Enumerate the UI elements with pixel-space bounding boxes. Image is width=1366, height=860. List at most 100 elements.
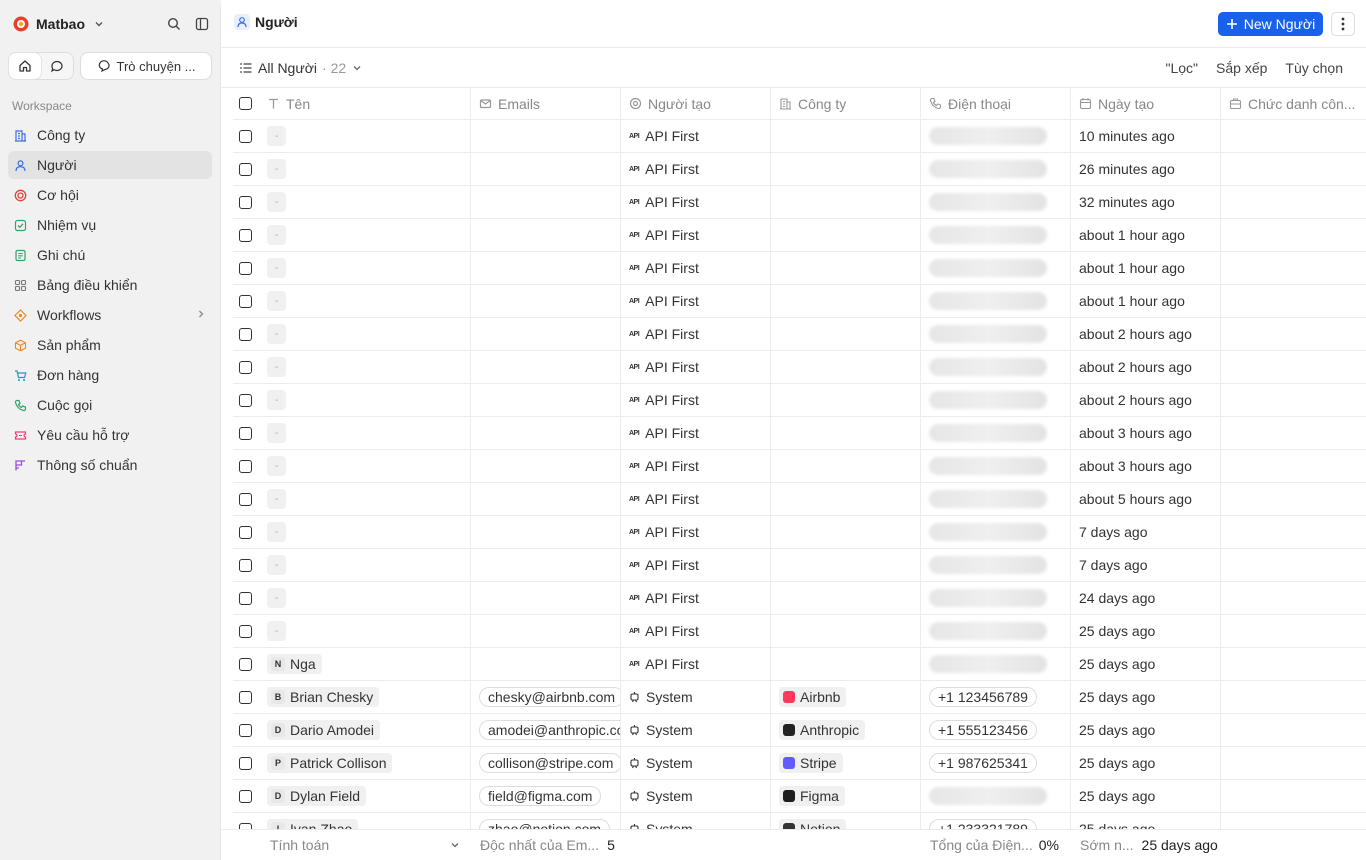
phone-cell[interactable]	[921, 483, 1071, 515]
sidebar-item-note[interactable]: Ghi chú	[8, 241, 212, 269]
email-chip[interactable]: field@figma.com	[479, 786, 602, 806]
email-cell[interactable]: chesky@airbnb.com	[471, 681, 621, 713]
company-cell[interactable]	[771, 483, 921, 515]
company-cell[interactable]: Airbnb	[771, 681, 921, 713]
home-icon[interactable]	[9, 53, 41, 79]
email-chip[interactable]: collison@stripe.com	[479, 753, 620, 773]
name-cell[interactable]: -	[259, 549, 471, 581]
person-chip[interactable]: N Nga	[267, 654, 322, 674]
phone-cell[interactable]	[921, 351, 1071, 383]
email-chip[interactable]: zhao@notion.com	[479, 819, 611, 829]
column-header-name[interactable]: Tên	[259, 88, 471, 119]
created-cell[interactable]: about 1 hour ago	[1071, 285, 1221, 317]
company-cell[interactable]	[771, 153, 921, 185]
table-row[interactable]: - API API First 7 days ago	[233, 549, 1366, 582]
phone-cell[interactable]	[921, 252, 1071, 284]
row-checkbox[interactable]	[239, 426, 252, 440]
email-cell[interactable]	[471, 516, 621, 548]
sidebar-item-user[interactable]: Người	[8, 151, 212, 179]
creator-cell[interactable]: System	[621, 681, 771, 713]
email-cell[interactable]	[471, 318, 621, 350]
table-row[interactable]: D Dylan Field field@figma.com System Figm…	[233, 780, 1366, 813]
footer-sum-phone[interactable]: Tổng của Điện... 0%	[921, 830, 1071, 860]
person-chip-empty[interactable]: -	[267, 555, 287, 575]
phone-cell[interactable]: +1 987625341	[921, 747, 1071, 779]
job-title-cell[interactable]	[1221, 417, 1366, 449]
company-chip[interactable]: Notion	[779, 819, 847, 829]
email-cell[interactable]	[471, 219, 621, 251]
creator-cell[interactable]: API API First	[621, 351, 771, 383]
person-chip-empty[interactable]: -	[267, 522, 287, 542]
footer-earliest-created[interactable]: Sớm n... 25 days ago	[1071, 830, 1221, 860]
table-row[interactable]: B Brian Chesky chesky@airbnb.com System A…	[233, 681, 1366, 714]
person-chip-empty[interactable]: -	[267, 126, 287, 146]
table-row[interactable]: I Ivan Zhao zhao@notion.com System Notion…	[233, 813, 1366, 829]
email-cell[interactable]	[471, 153, 621, 185]
select-all-checkbox[interactable]	[239, 97, 252, 110]
company-chip[interactable]: Figma	[779, 786, 845, 806]
sidebar-item-building[interactable]: Công ty	[8, 121, 212, 149]
name-cell[interactable]: -	[259, 186, 471, 218]
job-title-cell[interactable]	[1221, 681, 1366, 713]
creator-cell[interactable]: API API First	[621, 549, 771, 581]
sidebar-item-dashboard[interactable]: Bảng điều khiển	[8, 271, 212, 299]
created-cell[interactable]: 10 minutes ago	[1071, 120, 1221, 152]
company-cell[interactable]: Anthropic	[771, 714, 921, 746]
email-cell[interactable]: collison@stripe.com	[471, 747, 621, 779]
email-chip[interactable]: amodei@anthropic.com	[479, 720, 620, 740]
job-title-cell[interactable]	[1221, 450, 1366, 482]
email-cell[interactable]	[471, 549, 621, 581]
sidebar-item-ticket[interactable]: Yêu cầu hỗ trợ	[8, 421, 212, 449]
row-checkbox[interactable]	[239, 162, 252, 176]
row-checkbox[interactable]	[239, 525, 252, 539]
person-chip[interactable]: B Brian Chesky	[267, 687, 380, 707]
phone-cell[interactable]	[921, 120, 1071, 152]
job-title-cell[interactable]	[1221, 285, 1366, 317]
created-cell[interactable]: about 5 hours ago	[1071, 483, 1221, 515]
table-row[interactable]: - API API First about 3 hours ago	[233, 417, 1366, 450]
person-chip-empty[interactable]: -	[267, 291, 287, 311]
name-cell[interactable]: -	[259, 450, 471, 482]
company-cell[interactable]: Figma	[771, 780, 921, 812]
email-cell[interactable]: field@figma.com	[471, 780, 621, 812]
email-cell[interactable]	[471, 285, 621, 317]
company-cell[interactable]	[771, 450, 921, 482]
row-checkbox[interactable]	[239, 789, 252, 803]
email-cell[interactable]	[471, 648, 621, 680]
created-cell[interactable]: 25 days ago	[1071, 681, 1221, 713]
person-chip-empty[interactable]: -	[267, 423, 287, 443]
row-checkbox[interactable]	[239, 261, 252, 275]
new-person-button[interactable]: New Người	[1218, 12, 1323, 36]
company-chip[interactable]: Anthropic	[779, 720, 866, 740]
person-chip-empty[interactable]: -	[267, 357, 287, 377]
table-row[interactable]: - API API First 32 minutes ago	[233, 186, 1366, 219]
person-chip[interactable]: D Dario Amodei	[267, 720, 381, 740]
phone-cell[interactable]: +1 233321789	[921, 813, 1071, 829]
message-icon[interactable]	[41, 53, 73, 79]
job-title-cell[interactable]	[1221, 582, 1366, 614]
creator-cell[interactable]: API API First	[621, 648, 771, 680]
footer-calc-cell[interactable]: Tính toán	[221, 830, 471, 860]
phone-chip[interactable]: +1 123456789	[929, 687, 1037, 707]
person-chip-empty[interactable]: -	[267, 258, 287, 278]
job-title-cell[interactable]	[1221, 483, 1366, 515]
person-chip[interactable]: P Patrick Collison	[267, 753, 393, 773]
row-checkbox[interactable]	[239, 492, 252, 506]
company-cell[interactable]	[771, 417, 921, 449]
row-checkbox[interactable]	[239, 195, 252, 209]
table-row[interactable]: - API API First about 1 hour ago	[233, 285, 1366, 318]
ai-chat-button[interactable]: Trò chuyện ...	[80, 52, 212, 80]
email-cell[interactable]	[471, 483, 621, 515]
name-cell[interactable]: -	[259, 384, 471, 416]
company-cell[interactable]	[771, 582, 921, 614]
creator-cell[interactable]: API API First	[621, 252, 771, 284]
job-title-cell[interactable]	[1221, 747, 1366, 779]
company-cell[interactable]	[771, 252, 921, 284]
email-cell[interactable]: zhao@notion.com	[471, 813, 621, 829]
creator-cell[interactable]: API API First	[621, 318, 771, 350]
workspace-switcher[interactable]: Matbao	[8, 10, 212, 38]
created-cell[interactable]: about 2 hours ago	[1071, 318, 1221, 350]
person-chip-empty[interactable]: -	[267, 225, 287, 245]
job-title-cell[interactable]	[1221, 648, 1366, 680]
job-title-cell[interactable]	[1221, 219, 1366, 251]
